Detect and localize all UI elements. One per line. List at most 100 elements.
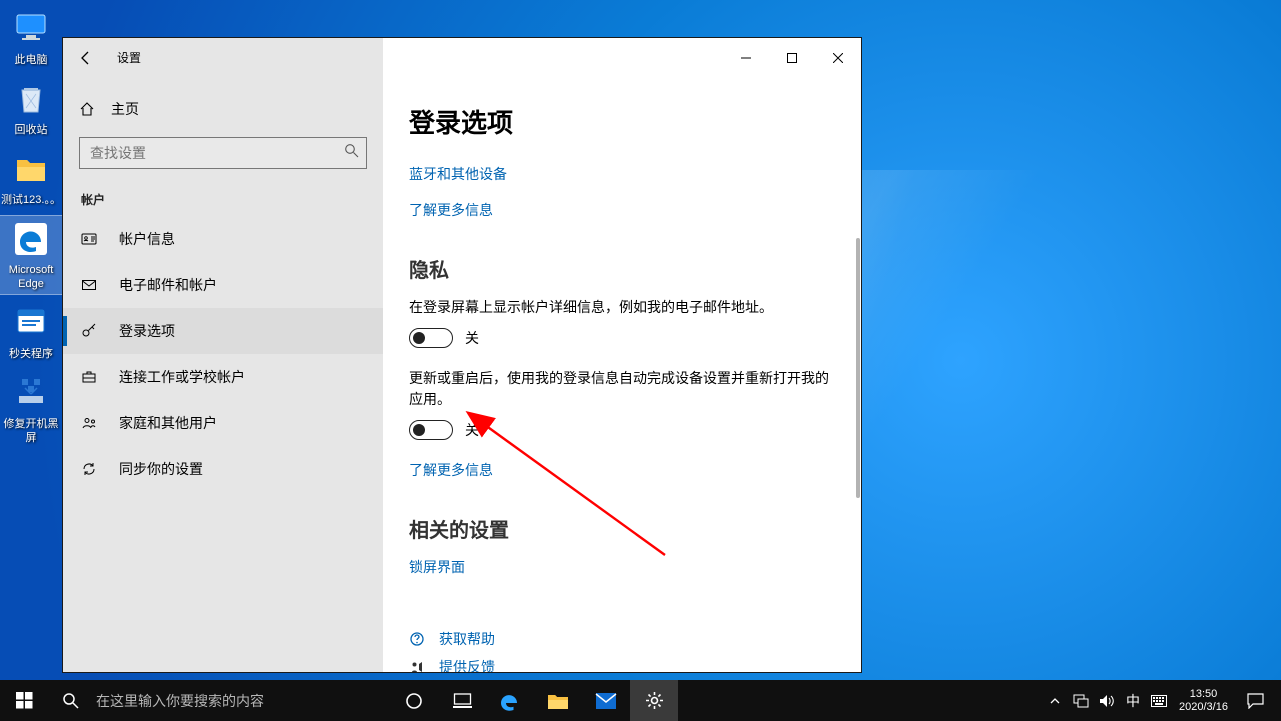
- settings-content: 登录选项 蓝牙和其他设备 了解更多信息 隐私 在登录屏幕上显示帐户详细信息，例如…: [383, 38, 861, 672]
- config-icon: [12, 374, 50, 412]
- desktop-icon-edge[interactable]: Microsoft Edge: [0, 216, 62, 294]
- key-icon: [81, 323, 97, 339]
- clock-time: 13:50: [1172, 688, 1235, 701]
- tray-volume[interactable]: [1094, 694, 1120, 708]
- link-lockscreen[interactable]: 锁屏界面: [409, 557, 465, 577]
- privacy-desc-1: 在登录屏幕上显示帐户详细信息，例如我的电子邮件地址。: [409, 297, 829, 318]
- maximize-button[interactable]: [769, 38, 815, 77]
- network-icon: [1073, 694, 1089, 708]
- nav-group-label: 帐户: [63, 177, 383, 216]
- recycle-icon: [12, 80, 50, 118]
- notification-icon: [1247, 693, 1264, 709]
- maximize-icon: [787, 53, 797, 63]
- home-icon: [79, 101, 95, 117]
- section-related-title: 相关的设置: [409, 514, 835, 543]
- tray-ime-keyboard[interactable]: [1146, 695, 1172, 707]
- monitor-icon: [12, 10, 50, 48]
- system-tray: 中 13:50 2020/3/16: [1042, 680, 1281, 721]
- page-title: 登录选项: [409, 103, 835, 140]
- link-learn-more-1[interactable]: 了解更多信息: [409, 200, 493, 220]
- settings-window: 设置 主页 帐户 帐户信息 电子邮件和帐户: [62, 37, 862, 673]
- sync-icon: [81, 461, 97, 477]
- taskbar-spacer: [678, 680, 1042, 721]
- desktop-icon-recycle[interactable]: 回收站: [0, 76, 62, 140]
- feedback-icon: [409, 659, 425, 672]
- desktop-icon-label: 测试123.。。: [0, 193, 62, 207]
- search-input[interactable]: [79, 137, 367, 169]
- mail-icon: [595, 692, 617, 710]
- tray-chevron[interactable]: [1042, 696, 1068, 706]
- task-explorer[interactable]: [534, 680, 582, 721]
- desktop-icon-folder[interactable]: 测试123.。。: [0, 146, 62, 210]
- search-icon: [344, 143, 359, 163]
- start-button[interactable]: [0, 680, 48, 721]
- task-edge[interactable]: [486, 680, 534, 721]
- taskview-icon: [453, 693, 472, 708]
- desktop-icons: 此电脑 回收站 测试123.。。 Microsoft Edge 秒关程序 修复开…: [0, 0, 62, 448]
- tray-ime-lang[interactable]: 中: [1120, 691, 1146, 711]
- program-icon: [12, 304, 50, 342]
- toggle-privacy-2-label: 关: [465, 420, 479, 440]
- keyboard-icon: [1151, 695, 1167, 707]
- task-taskview[interactable]: [438, 680, 486, 721]
- nav-work-school[interactable]: 连接工作或学校帐户: [63, 354, 383, 400]
- link-feedback[interactable]: 提供反馈: [439, 657, 495, 672]
- nav-home-label: 主页: [111, 99, 139, 119]
- window-titlebar[interactable]: 设置: [63, 38, 383, 77]
- toggle-privacy-1[interactable]: [409, 328, 453, 348]
- desktop-icon-label: 修复开机黑屏: [0, 417, 62, 445]
- desktop-icon-label: Microsoft Edge: [0, 263, 62, 291]
- chevron-up-icon: [1050, 696, 1060, 706]
- edge-icon: [12, 220, 50, 258]
- nav-signin[interactable]: 登录选项: [63, 308, 383, 354]
- scrollbar[interactable]: [856, 238, 860, 498]
- toggle-privacy-2[interactable]: [409, 420, 453, 440]
- window-title: 设置: [117, 49, 141, 66]
- tray-action-center[interactable]: [1235, 693, 1275, 709]
- tray-clock[interactable]: 13:50 2020/3/16: [1172, 688, 1235, 713]
- nav-sync[interactable]: 同步你的设置: [63, 446, 383, 492]
- search-placeholder: 在这里输入你要搜索的内容: [96, 691, 390, 711]
- task-settings[interactable]: [630, 680, 678, 721]
- desktop-icon-label: 回收站: [0, 123, 62, 137]
- desktop-icon-label: 秒关程序: [0, 347, 62, 361]
- nav-email[interactable]: 电子邮件和帐户: [63, 262, 383, 308]
- link-get-help[interactable]: 获取帮助: [439, 629, 495, 649]
- minimize-button[interactable]: [723, 38, 769, 77]
- nav-item-label: 登录选项: [119, 321, 175, 341]
- desktop-icon-bootfix[interactable]: 修复开机黑屏: [0, 370, 62, 448]
- nav-home[interactable]: 主页: [63, 89, 383, 129]
- settings-sidebar: 设置 主页 帐户 帐户信息 电子邮件和帐户: [63, 38, 383, 672]
- privacy-desc-2: 更新或重启后，使用我的登录信息自动完成设备设置并重新打开我的应用。: [409, 368, 829, 410]
- taskbar-search[interactable]: 在这里输入你要搜索的内容: [48, 680, 390, 721]
- folder-icon: [12, 150, 50, 188]
- clock-date: 2020/3/16: [1172, 701, 1235, 714]
- edge-icon: [497, 688, 523, 714]
- help-icon: [409, 631, 425, 647]
- desktop-icon-this-pc[interactable]: 此电脑: [0, 6, 62, 70]
- task-cortana[interactable]: [390, 680, 438, 721]
- close-button[interactable]: [815, 38, 861, 77]
- desktop-icon-label: 此电脑: [0, 53, 62, 67]
- nav-family[interactable]: 家庭和其他用户: [63, 400, 383, 446]
- minimize-icon: [741, 53, 751, 63]
- section-privacy-title: 隐私: [409, 254, 835, 283]
- briefcase-icon: [81, 369, 97, 385]
- nav-account-info[interactable]: 帐户信息: [63, 216, 383, 262]
- people-icon: [81, 415, 97, 431]
- mail-icon: [81, 277, 97, 293]
- close-icon: [833, 53, 843, 63]
- gear-icon: [645, 691, 664, 710]
- task-mail[interactable]: [582, 680, 630, 721]
- card-icon: [81, 231, 97, 247]
- back-button[interactable]: [63, 38, 109, 77]
- link-bluetooth[interactable]: 蓝牙和其他设备: [409, 164, 507, 184]
- link-learn-more-2[interactable]: 了解更多信息: [409, 460, 493, 480]
- toggle-privacy-1-label: 关: [465, 328, 479, 348]
- nav-item-label: 帐户信息: [119, 229, 175, 249]
- nav-item-label: 同步你的设置: [119, 459, 203, 479]
- tray-network[interactable]: [1068, 694, 1094, 708]
- desktop-icon-program[interactable]: 秒关程序: [0, 300, 62, 364]
- windows-icon: [16, 692, 33, 709]
- volume-icon: [1099, 694, 1115, 708]
